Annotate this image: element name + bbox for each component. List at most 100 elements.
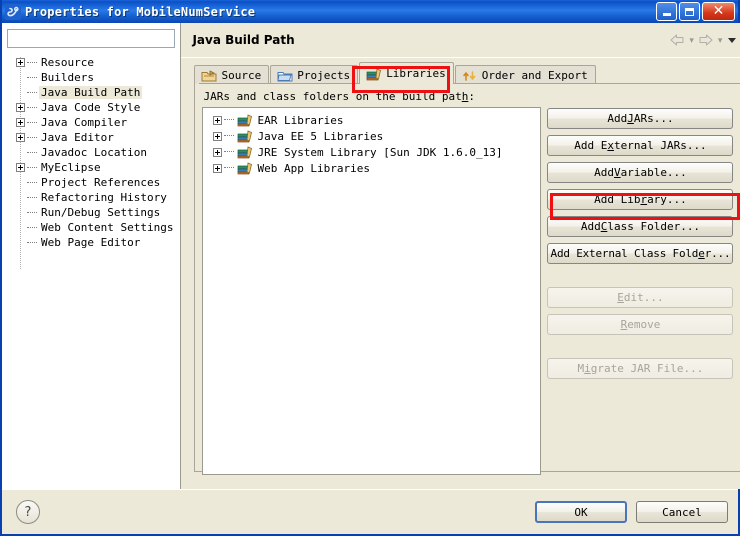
maximize-icon[interactable]	[679, 2, 700, 21]
chevron-down-icon[interactable]	[725, 33, 739, 47]
button-label-post: r...	[704, 247, 731, 260]
add-variable-button[interactable]: Add Variable...	[547, 162, 734, 183]
sidebar-item-web-page-editor[interactable]: Web Page Editor	[7, 235, 175, 250]
page-title: Java Build Path	[192, 33, 295, 47]
list-item[interactable]: JRE System Library [Sun JDK 1.6.0_13]	[203, 144, 540, 160]
sidebar-item-label: Resource	[41, 56, 94, 69]
expand-icon[interactable]	[16, 58, 25, 67]
cancel-button[interactable]: Cancel	[636, 501, 728, 523]
list-item-label: JRE System Library [Sun JDK 1.6.0_13]	[257, 145, 503, 159]
library-books-icon	[237, 161, 254, 175]
sidebar-item-refactoring-history[interactable]: Refactoring History	[7, 190, 175, 205]
tab-libraries[interactable]: Libraries	[359, 62, 454, 84]
library-books-icon	[237, 145, 254, 159]
tab-order-and-export[interactable]: Order and Export	[454, 65, 596, 85]
libraries-action-buttons: Add J ARs... Add Ex ternal JARs... Add Var…	[547, 107, 734, 475]
projects-folder-icon	[277, 69, 293, 83]
button-label-post: ternal JARs...	[613, 139, 707, 152]
sidebar-item-label: Web Content Settings	[41, 221, 174, 234]
ok-button[interactable]: OK	[535, 501, 627, 523]
sidebar-item-label: Refactoring History	[41, 191, 167, 204]
libraries-panel: JARs and class folders on the build path…	[194, 84, 740, 475]
tree-connector	[27, 151, 37, 154]
tree-connector	[27, 121, 37, 124]
expand-icon[interactable]	[16, 103, 25, 112]
tree-connector	[224, 167, 235, 169]
expand-icon[interactable]	[16, 163, 25, 172]
expand-icon[interactable]	[213, 131, 223, 141]
remove-button: Remove	[547, 314, 734, 335]
list-item[interactable]: EAR Libraries	[203, 112, 540, 128]
back-dropdown-icon[interactable]: ▾	[689, 35, 694, 46]
filter-box[interactable]	[7, 29, 176, 48]
button-label-post: emove	[627, 318, 661, 331]
sidebar-item-project-references[interactable]: Project References	[7, 175, 175, 190]
tab-projects[interactable]: Projects	[270, 65, 359, 85]
sidebar-item-myeclipse[interactable]: MyEclipse	[7, 160, 175, 175]
expand-icon[interactable]	[16, 133, 25, 142]
add-jars-button[interactable]: Add J ARs...	[547, 108, 734, 129]
tab-label: Libraries	[386, 67, 446, 80]
dialog-body: Resource Builders Java Build Path Java C…	[2, 23, 740, 489]
expand-icon[interactable]	[16, 118, 25, 127]
forward-arrow-icon[interactable]	[697, 32, 715, 48]
add-library-button[interactable]: Add Lib r ary...	[547, 189, 734, 210]
tree-connector	[27, 211, 37, 214]
sidebar-item-java-compiler[interactable]: Java Compiler	[7, 115, 175, 130]
add-class-folder-button[interactable]: Add Class Folder...	[547, 216, 734, 237]
sidebar-item-label: Java Build Path	[39, 86, 143, 99]
order-export-arrows-icon	[462, 69, 478, 83]
sidebar-item-java-editor[interactable]: Java Editor	[7, 130, 175, 145]
sidebar-item-label: Run/Debug Settings	[41, 206, 161, 219]
tree-connector	[27, 226, 37, 229]
list-item[interactable]: Web App Libraries	[203, 160, 540, 176]
list-item-label: EAR Libraries	[257, 113, 344, 127]
dialog-footer: ? OK Cancel	[2, 489, 738, 534]
panel-row: EAR Libraries Java EE 5 Libraries JRE Sy…	[202, 107, 734, 475]
list-item[interactable]: Java EE 5 Libraries	[203, 128, 540, 144]
build-path-tabs: Source Projects Libraries Order and Expo…	[194, 62, 740, 85]
settings-tree: Resource Builders Java Build Path Java C…	[7, 55, 175, 250]
expand-icon[interactable]	[213, 115, 223, 125]
forward-dropdown-icon[interactable]: ▾	[718, 35, 723, 46]
tab-label: Projects	[297, 69, 351, 82]
sidebar-item-label: Project References	[41, 176, 161, 189]
library-books-icon	[237, 113, 254, 127]
title-bar[interactable]: Properties for MobileNumService ✕	[2, 0, 738, 23]
filter-input[interactable]	[8, 30, 175, 47]
sidebar-item-resource[interactable]: Resource	[7, 55, 175, 70]
migrate-jar-file-button: Mi grate JAR File...	[547, 358, 734, 379]
back-arrow-icon[interactable]	[668, 32, 686, 48]
add-external-class-folder-button[interactable]: Add External Class Fold e r...	[547, 243, 734, 264]
sidebar-item-javadoc-location[interactable]: Javadoc Location	[7, 145, 175, 160]
help-icon[interactable]: ?	[16, 500, 40, 524]
button-label-pre: Add	[594, 166, 614, 179]
button-label-pre: Add Lib	[594, 193, 641, 206]
button-label-pre: Add	[580, 220, 601, 233]
minimize-icon[interactable]	[656, 2, 677, 21]
sidebar-item-java-build-path[interactable]: Java Build Path	[7, 85, 175, 100]
sidebar-item-run-debug-settings[interactable]: Run/Debug Settings	[7, 205, 175, 220]
page-content: Source Projects Libraries Order and Expo…	[181, 62, 740, 475]
expand-icon[interactable]	[213, 147, 223, 157]
tree-connector	[27, 181, 37, 184]
tree-connector	[27, 61, 37, 64]
button-label-pre: Add E	[574, 139, 608, 152]
button-label-pre: Add	[607, 112, 628, 125]
sidebar-item-web-content-settings[interactable]: Web Content Settings	[7, 220, 175, 235]
sidebar-item-label: Web Page Editor	[41, 236, 141, 249]
libraries-list[interactable]: EAR Libraries Java EE 5 Libraries JRE Sy…	[202, 107, 542, 475]
sidebar-item-java-code-style[interactable]: Java Code Style	[7, 100, 175, 115]
expand-icon[interactable]	[213, 163, 223, 173]
close-icon[interactable]: ✕	[702, 2, 735, 21]
panel-description-pre: JARs and class folders on the build pat	[203, 90, 462, 103]
button-label-mnemonic: J	[627, 112, 634, 125]
sidebar-item-builders[interactable]: Builders	[7, 70, 175, 85]
button-label-post: ary...	[647, 193, 687, 206]
button-label-post: ARs...	[633, 112, 674, 125]
window-title: Properties for MobileNumService	[25, 4, 256, 19]
button-label-pre: M	[577, 362, 585, 375]
tab-source[interactable]: Source	[194, 65, 270, 85]
settings-page: Java Build Path ▾ ▾ Source Projects Libr…	[181, 23, 740, 489]
add-external-jars-button[interactable]: Add Ex ternal JARs...	[547, 135, 734, 156]
